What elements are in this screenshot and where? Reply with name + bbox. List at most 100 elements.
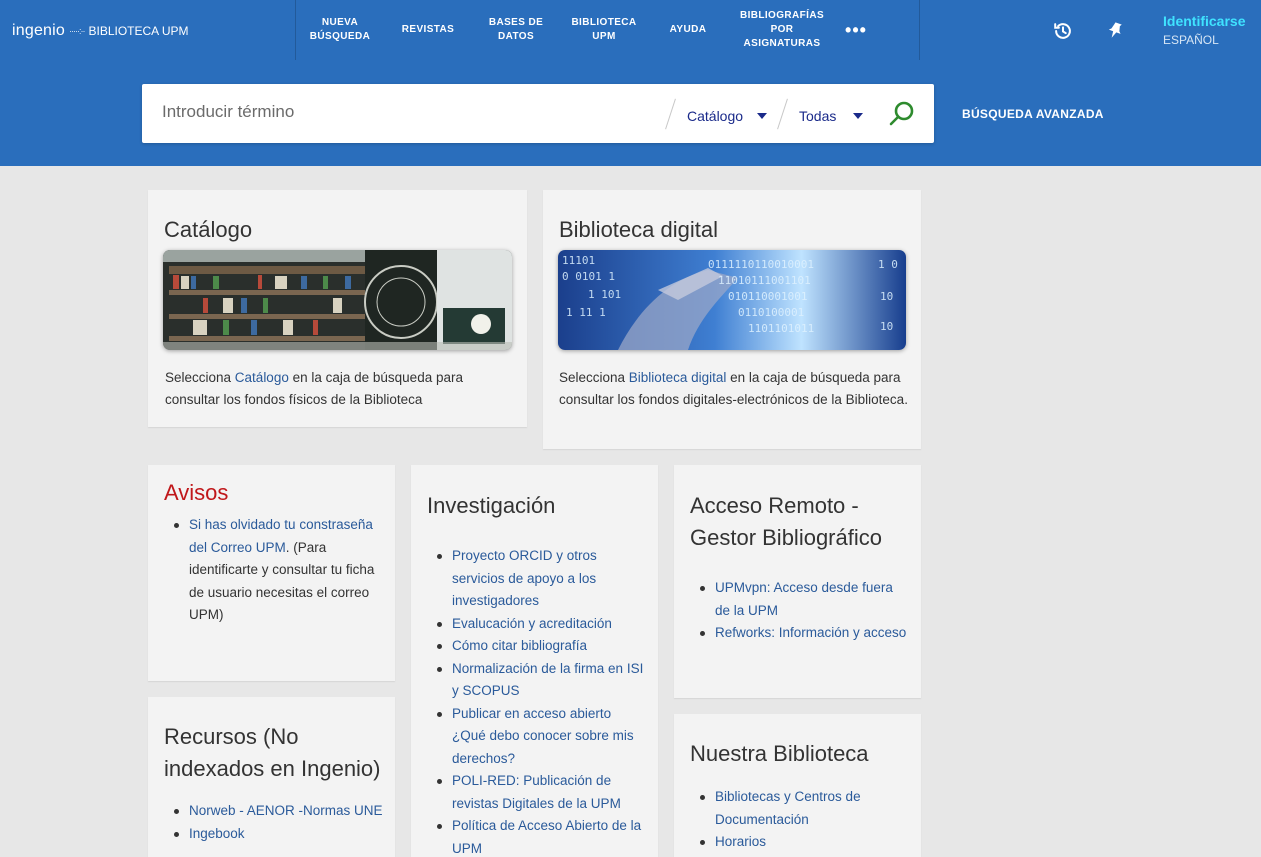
site-logo[interactable]: ingenio ·····:·· BIBLIOTECA UPM [12,22,189,40]
svg-text:11010111001101: 11010111001101 [718,274,811,287]
list-item: Ingebook [174,823,385,846]
nuestra-link-horarios[interactable]: Horarios [715,834,766,849]
biblioteca-digital-card: Biblioteca digital 11101 0 0101 1 1 101 1 … [543,190,921,449]
logo-ingenio: ingenio [12,22,66,39]
investigacion-link-normalizacion[interactable]: Normalización de la firma en ISI y SCOPU… [452,661,643,699]
svg-text:10: 10 [880,290,893,303]
catalogo-link[interactable]: Catálogo [235,370,289,385]
logo-biblioteca: BIBLIOTECA UPM [88,24,189,38]
catalogo-banner-image [163,250,512,350]
login-area: Identificarse ESPAÑOL [1163,13,1245,47]
svg-text:1 11 1: 1 11 1 [566,306,606,319]
nav-label: BIBLIOGRAFÍAS [739,10,825,21]
investigacion-link-politica[interactable]: Política de Acceso Abierto de la UPM [452,818,641,856]
list-item: Refworks: Información y acceso [700,622,911,645]
svg-text:0 0101 1: 0 0101 1 [562,270,615,283]
recursos-list: Norweb - AENOR -Normas UNE Ingebook [174,800,385,845]
svg-text:1 0: 1 0 [878,258,898,271]
list-item: Evalucación y acreditación [437,613,648,636]
header-bar: ingenio ·····:·· BIBLIOTECA UPM NUEVA BÚ… [0,0,1261,166]
investigacion-link-poli-red[interactable]: POLI-RED: Publicación de revistas Digita… [452,773,621,811]
scope-select[interactable]: Catálogo [687,108,768,124]
main-nav: NUEVA BÚSQUEDA REVISTAS BASES DE DATOS B… [296,0,876,60]
nuestra-title: Nuestra Biblioteca [690,741,869,766]
investigacion-link-acceso-abierto[interactable]: Publicar en acceso abierto ¿Qué debo con… [452,706,634,766]
acceso-link-upmvpn[interactable]: UPMvpn: Acceso desde fuera de la UPM [715,580,893,618]
acceso-list: UPMvpn: Acceso desde fuera de la UPM Ref… [700,577,911,645]
nuestra-list: Bibliotecas y Centros de Documentación H… [700,786,911,854]
login-link[interactable]: Identificarse [1163,13,1245,29]
acceso-title-line1: Acceso Remoto - [690,493,859,518]
list-item: UPMvpn: Acceso desde fuera de la UPM [700,577,911,622]
search-box: Catálogo Todas [142,84,934,143]
chevron-down-icon [757,113,768,119]
catalogo-text-pre: Selecciona [165,370,235,385]
recursos-title-line1: Recursos (No [164,724,299,749]
nav-label: AYUDA [669,24,707,35]
list-item: Normalización de la firma en ISI y SCOPU… [437,658,648,703]
filter-select-value: Todas [799,108,837,124]
digital-link[interactable]: Biblioteca digital [629,370,727,385]
investigacion-link-evaluacion[interactable]: Evalucación y acreditación [452,616,612,631]
list-item: Proyecto ORCID y otros servicios de apoy… [437,545,648,613]
nav-bases-de-datos[interactable]: BASES DE DATOS [472,16,560,44]
recursos-card: Recursos (No indexados en Ingenio) Norwe… [148,697,395,857]
search-icon[interactable] [888,100,916,128]
svg-text:1 101: 1 101 [588,288,621,301]
acceso-title: Acceso Remoto - Gestor Bibliográfico [690,490,882,554]
svg-text:010110001001: 010110001001 [728,290,807,303]
nav-biblioteca-upm[interactable]: BIBLIOTECA UPM [560,16,648,44]
search-input[interactable] [162,102,642,122]
filter-select[interactable]: Todas [799,108,864,124]
nav-ayuda[interactable]: AYUDA [648,23,728,37]
investigacion-card: Investigación Proyecto ORCID y otros ser… [411,465,658,857]
svg-text:10: 10 [880,320,893,333]
svg-text:11101: 11101 [562,254,595,267]
logo-dots: ·····:·· [69,26,86,36]
catalogo-title: Catálogo [164,217,253,242]
nav-label: BÚSQUEDA [309,31,371,42]
language-selector[interactable]: ESPAÑOL [1163,33,1245,47]
digital-description: Selecciona Biblioteca digital en la caja… [559,367,909,411]
nav-label: DATOS [497,31,535,42]
list-item: Bibliotecas y Centros de Documentación [700,786,911,831]
list-item: Política de Acceso Abierto de la UPM [437,815,648,857]
avisos-card: Avisos Si has olvidado tu constraseña de… [148,465,395,681]
advanced-search-link[interactable]: BÚSQUEDA AVANZADA [962,107,1104,121]
recursos-link-norweb[interactable]: Norweb - AENOR -Normas UNE [189,803,383,818]
svg-text:0111110110010001: 0111110110010001 [708,258,814,271]
search-divider [665,98,676,130]
acceso-remoto-card: Acceso Remoto - Gestor Bibliográfico UPM… [674,465,921,698]
catalogo-description: Selecciona Catálogo en la caja de búsque… [165,367,515,411]
nav-more-button[interactable]: ••• [836,21,876,39]
list-item: Publicar en acceso abierto ¿Qué debo con… [437,703,648,771]
list-item: POLI-RED: Publicación de revistas Digita… [437,770,648,815]
acceso-link-refworks[interactable]: Refworks: Información y acceso [715,625,906,640]
list-item: Norweb - AENOR -Normas UNE [174,800,385,823]
recursos-title-line2: indexados en Ingenio) [164,756,381,781]
recursos-link-ingebook[interactable]: Ingebook [189,826,245,841]
investigacion-link-citar[interactable]: Cómo citar bibliografía [452,638,587,653]
nav-nueva-busqueda[interactable]: NUEVA BÚSQUEDA [296,16,384,44]
nav-label: POR [770,24,794,35]
nav-label: BASES DE [488,17,544,28]
pin-icon[interactable] [1104,20,1126,42]
digital-banner-image: 11101 0 0101 1 1 101 1 11 1 01111101100100… [558,250,906,350]
nuestra-biblioteca-card: Nuestra Biblioteca Bibliotecas y Centros… [674,714,921,857]
nav-divider-right [919,0,920,60]
investigacion-link-orcid[interactable]: Proyecto ORCID y otros servicios de apoy… [452,548,597,608]
digital-title: Biblioteca digital [559,217,718,242]
svg-text:1101101011: 1101101011 [748,322,814,335]
nuestra-link-bibliotecas[interactable]: Bibliotecas y Centros de Documentación [715,789,861,827]
nav-label: REVISTAS [401,24,455,35]
nav-bibliografias[interactable]: BIBLIOGRAFÍAS POR ASIGNATURAS [728,9,836,51]
avisos-list: Si has olvidado tu constraseña del Corre… [174,514,385,627]
avisos-title: Avisos [164,480,229,505]
catalogo-card: Catálogo Selecciona Catálogo en la caja … [148,190,527,427]
acceso-title-line2: Gestor Bibliográfico [690,525,882,550]
history-icon[interactable] [1052,20,1074,42]
avisos-password-link[interactable]: Si has olvidado tu constraseña del Corre… [189,517,373,555]
digital-text-pre: Selecciona [559,370,629,385]
nav-revistas[interactable]: REVISTAS [384,23,472,37]
recursos-title: Recursos (No indexados en Ingenio) [164,721,381,785]
